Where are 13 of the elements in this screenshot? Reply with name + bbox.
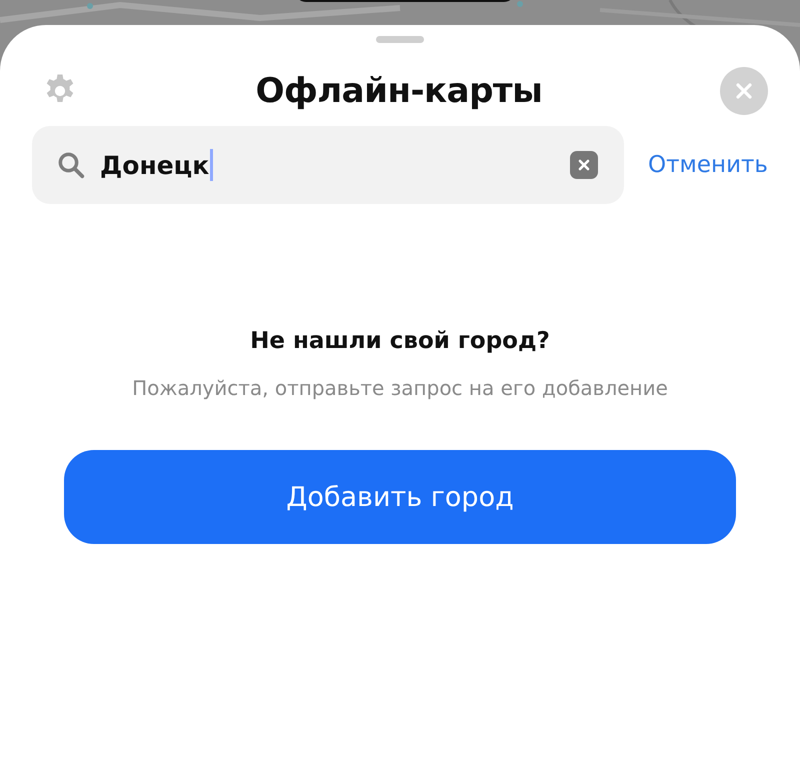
close-icon: [735, 82, 753, 100]
search-text: Донецк: [100, 150, 210, 180]
clear-button[interactable]: [570, 151, 598, 179]
empty-text: Пожалуйста, отправьте запрос на его добавление: [132, 376, 668, 400]
search-field[interactable]: Донецк: [32, 126, 624, 204]
add-city-button[interactable]: Добавить город: [64, 450, 736, 544]
search-icon: [56, 150, 86, 180]
cancel-button[interactable]: Отменить: [648, 152, 768, 178]
empty-heading: Не нашли свой город?: [250, 328, 550, 354]
drag-handle[interactable]: [376, 36, 424, 43]
clear-icon: [578, 159, 590, 171]
sheet-title: Офлайн-карты: [256, 71, 542, 111]
close-button[interactable]: [720, 67, 768, 115]
